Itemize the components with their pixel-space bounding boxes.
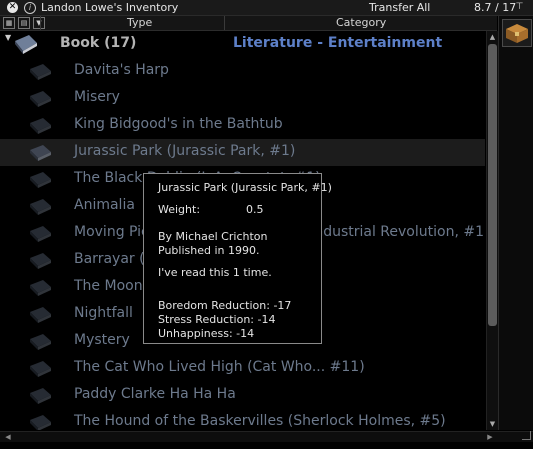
info-icon[interactable]: i xyxy=(24,1,36,14)
book-icon xyxy=(30,334,51,350)
weight-icon: ⊤ xyxy=(515,2,524,12)
transfer-all-button[interactable]: Transfer All xyxy=(369,1,430,14)
book-icon xyxy=(30,280,51,296)
list-item-label: Animalia xyxy=(74,197,135,213)
type-column-header[interactable]: Type xyxy=(127,16,152,29)
window-title: Landon Lowe's Inventory xyxy=(41,1,179,14)
vertical-scrollbar[interactable]: ▲ ▼ xyxy=(486,31,498,430)
tooltip-weight-label: Weight: xyxy=(158,203,201,216)
book-icon xyxy=(15,35,37,54)
item-tooltip: Jurassic Park (Jurassic Park, #1) Weight… xyxy=(143,173,332,344)
list-item-label: Jurassic Park (Jurassic Park, #1) xyxy=(74,143,296,159)
book-icon xyxy=(30,361,51,377)
collapse-icon[interactable]: ▤ xyxy=(18,17,30,29)
tooltip-published: Published in 1990. xyxy=(158,244,260,257)
list-item-label: Nightfall xyxy=(74,305,133,321)
group-row[interactable]: ▼ Book (17) Literature - Entertainment xyxy=(0,31,485,58)
scroll-left-icon[interactable]: ◀ xyxy=(3,432,13,442)
list-item[interactable]: Jurassic Park (Jurassic Park, #1) xyxy=(0,139,485,166)
list-item-label: Mystery xyxy=(74,332,130,348)
tooltip-weight-value: 0.5 xyxy=(246,203,264,216)
book-icon xyxy=(30,118,51,134)
category-column-header[interactable]: Category xyxy=(336,16,386,29)
filter-icon[interactable]: ▼ xyxy=(33,17,45,29)
list-item-label: Davita's Harp xyxy=(74,62,169,78)
list-item[interactable]: The Cat Who Lived High (Cat Who... #11) xyxy=(0,355,485,382)
container-panel xyxy=(498,16,533,430)
scroll-right-icon[interactable]: ▶ xyxy=(485,432,495,442)
close-icon[interactable]: ✕ xyxy=(7,2,18,13)
book-icon xyxy=(30,91,51,107)
list-item-label: Misery xyxy=(74,89,120,105)
list-item-label: King Bidgood's in the Bathtub xyxy=(74,116,283,132)
expand-arrow-icon[interactable]: ▼ xyxy=(5,33,11,42)
scroll-up-icon[interactable]: ▲ xyxy=(488,32,497,42)
book-icon xyxy=(30,388,51,404)
expand-icon[interactable]: ▦ xyxy=(3,17,15,29)
list-item-label: Paddy Clarke Ha Ha Ha xyxy=(74,386,236,402)
list-item-label: The Hound of the Baskervilles (Sherlock … xyxy=(74,413,446,429)
book-icon xyxy=(30,145,51,161)
list-item[interactable]: The Hound of the Baskervilles (Sherlock … xyxy=(0,409,485,430)
horizontal-scrollbar[interactable]: ◀ ▶ xyxy=(0,431,533,442)
list-item[interactable]: Misery xyxy=(0,85,485,112)
group-category: Literature - Entertainment xyxy=(233,35,443,51)
list-item[interactable]: Paddy Clarke Ha Ha Ha xyxy=(0,382,485,409)
list-item[interactable]: King Bidgood's in the Bathtub xyxy=(0,112,485,139)
tooltip-boredom: Boredom Reduction: -17 xyxy=(158,299,292,312)
column-header: ▦ ▤ ▼ Type Category xyxy=(0,16,497,31)
book-icon xyxy=(30,172,51,188)
title-bar: ✕ i Landon Lowe's Inventory xyxy=(0,0,533,16)
scroll-down-icon[interactable]: ▼ xyxy=(488,419,497,429)
weight-readout: 8.7 / 17 xyxy=(474,1,517,14)
tooltip-read-count: I've read this 1 time. xyxy=(158,266,272,279)
group-label: Book (17) xyxy=(60,35,137,51)
book-icon xyxy=(30,415,51,430)
book-icon xyxy=(30,199,51,215)
list-item[interactable]: Davita's Harp xyxy=(0,58,485,85)
tooltip-stress: Stress Reduction: -14 xyxy=(158,313,276,326)
tooltip-unhappiness: Unhappiness: -14 xyxy=(158,327,255,340)
book-icon xyxy=(30,226,51,242)
book-icon xyxy=(30,64,51,80)
scroll-thumb[interactable] xyxy=(488,44,497,326)
book-icon xyxy=(30,253,51,269)
list-item-label: The Cat Who Lived High (Cat Who... #11) xyxy=(74,359,365,375)
tooltip-title: Jurassic Park (Jurassic Park, #1) xyxy=(158,181,332,194)
resize-grip-icon[interactable] xyxy=(522,431,531,440)
book-icon xyxy=(30,307,51,323)
chest-icon[interactable] xyxy=(502,19,532,47)
tooltip-author: By Michael Crichton xyxy=(158,230,268,243)
